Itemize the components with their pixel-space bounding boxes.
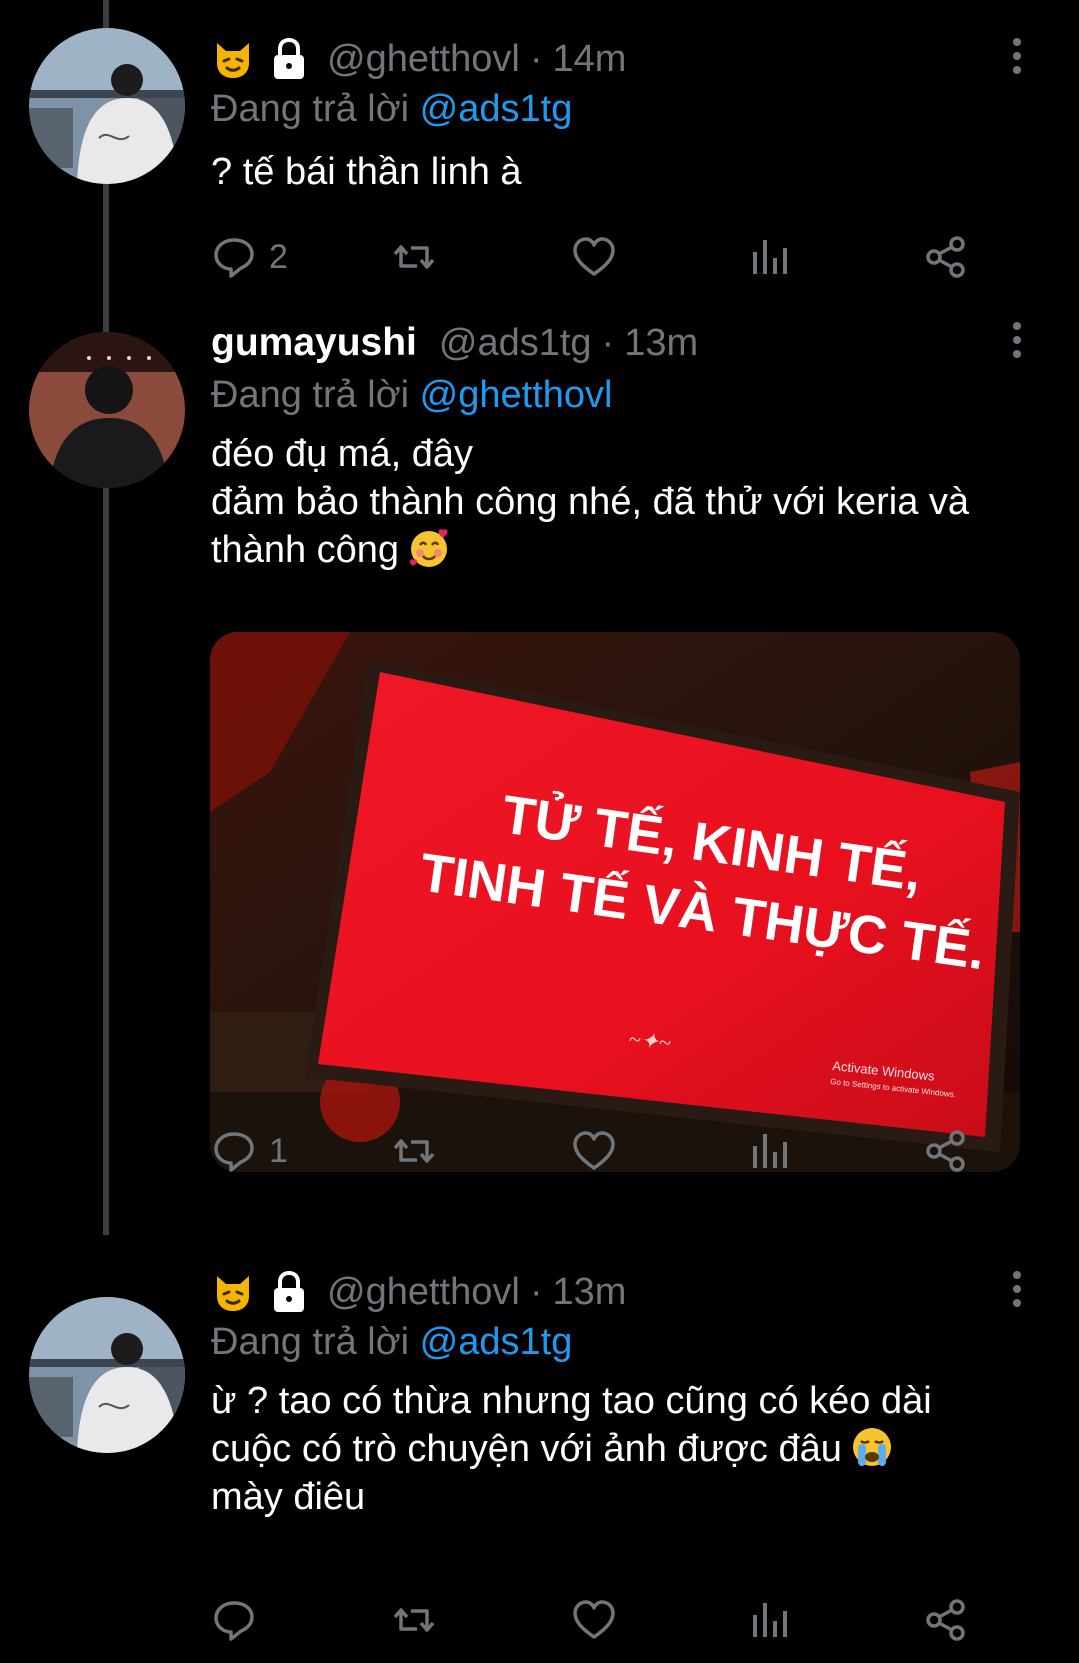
share-icon xyxy=(926,1130,965,1172)
like-button[interactable] xyxy=(571,1595,617,1645)
reply-icon xyxy=(214,1601,254,1641)
tweet-text: đéo đụ má, đây đảm bảo thành công nhé, đ… xyxy=(211,430,1041,574)
share-icon xyxy=(926,236,965,278)
tweet-text-line: thành công xyxy=(211,526,1041,574)
views-button[interactable] xyxy=(747,232,793,282)
like-button[interactable] xyxy=(571,1126,617,1176)
reply-count: 2 xyxy=(269,237,288,276)
separator-dot: · xyxy=(601,321,615,364)
replying-label: Đang trả lời xyxy=(211,88,410,130)
replying-mention[interactable]: @ads1tg xyxy=(420,1321,573,1363)
retweet-button[interactable] xyxy=(391,1126,437,1176)
smiling-hearts-emoji xyxy=(407,526,451,570)
avatar-ghetthovl[interactable] xyxy=(29,28,185,184)
more-icon[interactable] xyxy=(1007,1269,1027,1309)
tweet-text: ừ ? tao có thừa nhưng tao cũng có kéo dà… xyxy=(211,1377,1041,1521)
retweet-button[interactable] xyxy=(391,232,437,282)
views-button[interactable] xyxy=(747,1126,793,1176)
action-bar: 1 xyxy=(211,1126,1011,1176)
separator-dot: · xyxy=(529,37,543,80)
reply-icon xyxy=(214,238,254,278)
like-button[interactable] xyxy=(571,232,617,282)
tweet-timestamp[interactable]: 13m xyxy=(624,322,698,365)
tweet-text-line: ừ ? tao có thừa nhưng tao cũng có kéo dà… xyxy=(211,1380,932,1422)
tweet-2[interactable]: gumayushi @ads1tg · 13m Đang trả lời @gh… xyxy=(0,300,1079,1235)
share-button[interactable] xyxy=(923,232,969,282)
share-button[interactable] xyxy=(923,1126,969,1176)
like-icon xyxy=(573,1600,615,1639)
replying-mention[interactable]: @ghetthovl xyxy=(420,374,613,416)
replying-label: Đang trả lời xyxy=(211,374,410,416)
avatar-ghetthovl[interactable] xyxy=(29,1297,185,1453)
tweet-text-line: đảm bảo thành công nhé, đã thử với keria… xyxy=(211,481,970,523)
views-icon xyxy=(753,240,787,274)
tweet-text-line: ? tế bái thần linh à xyxy=(211,151,522,193)
views-icon xyxy=(753,1603,787,1637)
separator-dot: · xyxy=(529,1270,543,1313)
tweet-header: gumayushi @ads1tg · 13m xyxy=(211,316,969,370)
replying-to: Đang trả lời @ghetthovl xyxy=(211,370,612,420)
tweet-3[interactable]: @ghetthovl · 13m Đang trả lời @ads1tg ừ … xyxy=(0,1265,1079,1663)
more-icon[interactable] xyxy=(1007,36,1027,76)
reply-button[interactable] xyxy=(211,1595,269,1645)
author-display-name[interactable]: gumayushi xyxy=(211,321,417,365)
replying-to: Đang trả lời @ads1tg xyxy=(211,84,572,134)
share-icon xyxy=(926,1599,965,1641)
tweet-text-fragment: cuộc có trò chuyện với ảnh được đâu xyxy=(211,1428,842,1470)
tweet-text-line: cuộc có trò chuyện với ảnh được đâu xyxy=(211,1425,1041,1473)
reply-button[interactable]: 1 xyxy=(211,1126,288,1176)
tweet-text-line: đéo đụ má, đây xyxy=(211,433,473,475)
tweet-text-fragment: thành công xyxy=(211,529,400,571)
like-icon xyxy=(573,237,615,276)
avatar-gumayushi[interactable] xyxy=(29,332,185,488)
retweet-icon xyxy=(393,245,435,269)
lock-icon xyxy=(269,1270,309,1314)
retweet-icon xyxy=(393,1139,435,1163)
tweet-header: @ghetthovl · 14m xyxy=(211,32,969,86)
replying-label: Đang trả lời xyxy=(211,1321,410,1363)
tweet-image[interactable]: TỬ TẾ, KINH TẾ, TINH TẾ VÀ THỰC TẾ. ~✦~ … xyxy=(210,632,1020,1172)
author-handle[interactable]: @ghetthovl xyxy=(327,38,520,81)
action-bar xyxy=(211,1595,1011,1645)
reply-count: 1 xyxy=(269,1131,288,1170)
reply-icon xyxy=(214,1132,254,1172)
action-bar: 2 xyxy=(211,232,1011,282)
like-icon xyxy=(573,1131,615,1170)
replying-to: Đang trả lời @ads1tg xyxy=(211,1317,572,1367)
more-icon[interactable] xyxy=(1007,320,1027,360)
tweet-timestamp[interactable]: 14m xyxy=(552,38,626,81)
sign-logo: ~✦~ xyxy=(627,1026,672,1055)
tweet-text: ? tế bái thần linh à xyxy=(211,148,1041,196)
tweet-text-line: mày điêu xyxy=(211,1476,366,1518)
tweet-thread: @ghetthovl · 14m Đang trả lời @ads1tg ? … xyxy=(0,0,1079,1663)
cat-emoji-badge xyxy=(211,37,255,81)
crying-face-emoji xyxy=(850,1425,894,1469)
tweet-timestamp[interactable]: 13m xyxy=(552,1271,626,1314)
tweet-1[interactable]: @ghetthovl · 14m Đang trả lời @ads1tg ? … xyxy=(0,0,1079,300)
cat-emoji-badge xyxy=(211,1270,255,1314)
share-button[interactable] xyxy=(923,1595,969,1645)
tweet-header: @ghetthovl · 13m xyxy=(211,1265,969,1319)
author-handle[interactable]: @ghetthovl xyxy=(327,1271,520,1314)
lock-icon xyxy=(269,37,309,81)
retweet-button[interactable] xyxy=(391,1595,437,1645)
views-icon xyxy=(753,1134,787,1168)
retweet-icon xyxy=(393,1608,435,1632)
author-handle[interactable]: @ads1tg xyxy=(439,322,592,365)
replying-mention[interactable]: @ads1tg xyxy=(420,88,573,130)
reply-button[interactable]: 2 xyxy=(211,232,288,282)
views-button[interactable] xyxy=(747,1595,793,1645)
